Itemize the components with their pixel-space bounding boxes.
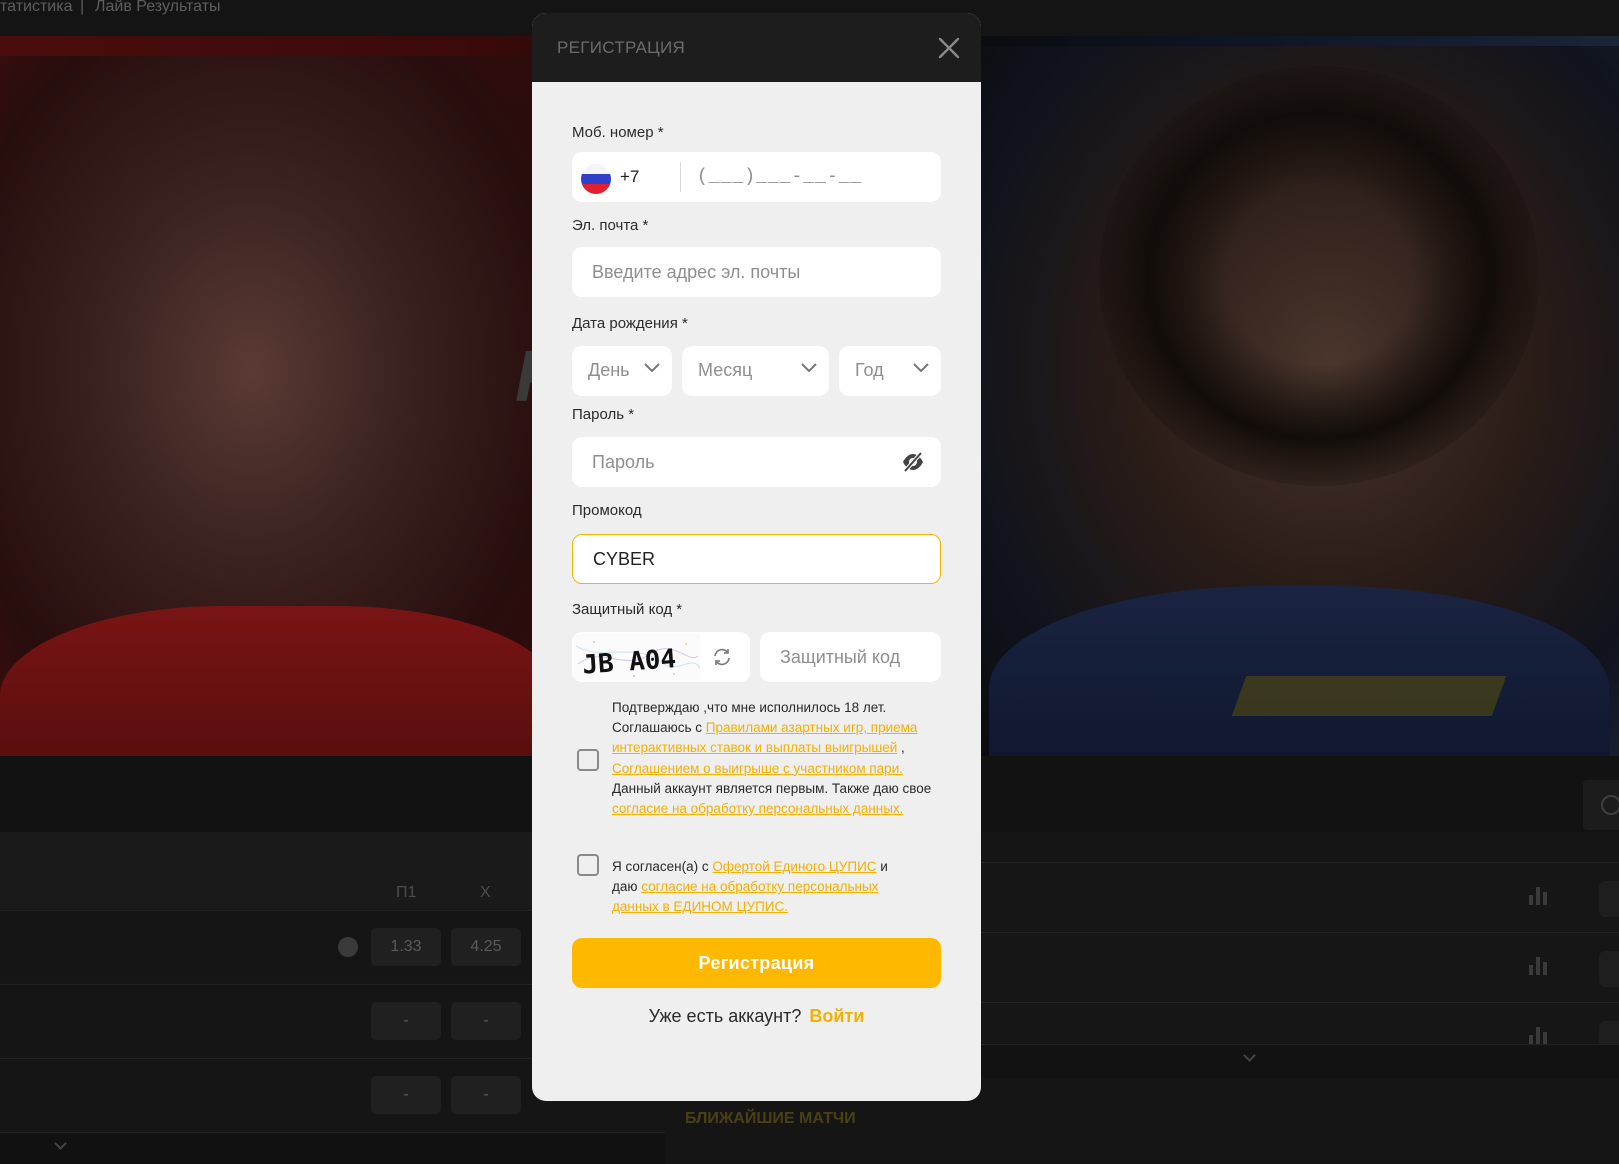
captcha-field[interactable]	[760, 632, 941, 682]
odd-x[interactable]: -	[451, 1002, 521, 1040]
phone-separator	[680, 162, 681, 192]
personal-data-link[interactable]: согласие на обработку персональных данны…	[612, 801, 903, 816]
month-select[interactable]: Месяц	[682, 346, 829, 396]
age-consent-checkbox[interactable]	[577, 749, 599, 771]
day-select[interactable]: День	[572, 346, 672, 396]
nav-divider: |	[80, 0, 85, 15]
captcha-image: JB A04	[574, 634, 700, 680]
password-label: Пароль *	[572, 406, 635, 423]
cupis-consent-text: Я согласен(а) с Офертой Единого ЦУПИС и …	[612, 857, 902, 918]
nearest-matches-heading: БЛИЖАЙШИЕ МАТЧИ	[685, 1110, 856, 1127]
agreement-link[interactable]: Соглашением о выигрыше с участником пари…	[612, 761, 903, 776]
player-photo-right	[979, 46, 1619, 756]
password-field-wrap	[572, 437, 941, 487]
chevron-down-icon	[913, 363, 929, 373]
close-icon[interactable]	[937, 36, 961, 60]
ru-flag-icon[interactable]	[581, 164, 611, 194]
consent-text: Данный аккаунт является первым. Также да…	[612, 780, 932, 796]
register-button[interactable]: Регистрация	[572, 938, 941, 988]
eye-off-icon[interactable]	[901, 451, 925, 473]
phone-input[interactable]: (___)___-__-__	[697, 167, 862, 187]
info-icon[interactable]	[338, 937, 358, 957]
odd-cell-edge[interactable]	[1599, 951, 1619, 987]
odd-cell-edge[interactable]	[1599, 881, 1619, 917]
registration-modal: РЕГИСТРАЦИЯ Моб. номер * +7 (___)___-__-…	[532, 13, 981, 1101]
nav-item-statistics[interactable]: татистика	[0, 0, 72, 15]
modal-title: РЕГИСТРАЦИЯ	[557, 38, 686, 57]
odds-header-x: X	[480, 884, 491, 901]
month-select-value: Месяц	[698, 360, 753, 380]
refresh-icon[interactable]	[712, 647, 732, 667]
side-sport-button[interactable]	[1583, 780, 1619, 830]
captcha-field-wrap	[760, 632, 941, 682]
phone-field[interactable]: +7 (___)___-__-__	[572, 152, 941, 202]
odd-x[interactable]: 4.25	[451, 928, 521, 966]
odd-p1[interactable]: -	[371, 1076, 441, 1114]
cupis-offer-link[interactable]: Офертой Единого ЦУПИС	[712, 859, 876, 874]
stats-icon[interactable]	[1529, 957, 1547, 975]
stats-icon[interactable]	[1529, 1027, 1547, 1045]
email-field-wrap	[572, 247, 941, 297]
captcha-label: Защитный код *	[572, 601, 683, 618]
promo-label: Промокод	[572, 502, 642, 519]
password-field[interactable]	[572, 437, 941, 487]
promo-field[interactable]	[573, 535, 940, 583]
promo-field-wrap	[572, 534, 941, 584]
age-consent-text: Подтверждаю ,что мне исполнилось 18 лет.…	[612, 698, 932, 819]
chevron-down-icon	[801, 363, 817, 373]
chevron-down-icon	[644, 363, 660, 373]
stats-icon[interactable]	[1529, 887, 1547, 905]
captcha-box: JB A04	[572, 632, 750, 682]
player-photo-left	[0, 56, 560, 756]
odd-p1[interactable]: 1.33	[371, 928, 441, 966]
consent-text: Я согласен(а) с	[612, 859, 713, 874]
consent-text: ,	[897, 740, 905, 756]
day-select-value: День	[588, 360, 630, 380]
chevron-down-icon	[1243, 1049, 1256, 1062]
odd-x[interactable]: -	[451, 1076, 521, 1114]
login-link[interactable]: Войти	[809, 1006, 864, 1026]
email-label: Эл. почта *	[572, 217, 649, 234]
captcha-text: JB A04	[581, 644, 677, 680]
login-row: Уже есть аккаунт? Войти	[532, 1006, 981, 1027]
cupis-consent-checkbox[interactable]	[577, 854, 599, 876]
dial-code[interactable]: +7	[620, 167, 639, 187]
cupis-data-link[interactable]: согласие на обработку персональных данны…	[612, 879, 878, 914]
email-field[interactable]	[572, 247, 941, 297]
expand-more-button[interactable]	[0, 1132, 665, 1164]
odds-header-p1: П1	[396, 884, 417, 901]
birthdate-label: Дата рождения *	[572, 315, 688, 332]
nav-item-live-results[interactable]: Лайв Результаты	[95, 0, 221, 15]
phone-label: Моб. номер *	[572, 124, 664, 141]
ball-icon	[1601, 795, 1619, 815]
modal-header: РЕГИСТРАЦИЯ	[532, 13, 981, 82]
year-select[interactable]: Год	[839, 346, 941, 396]
login-prompt: Уже есть аккаунт?	[648, 1006, 802, 1026]
year-select-value: Год	[855, 360, 884, 380]
odd-p1[interactable]: -	[371, 1002, 441, 1040]
chevron-down-icon	[54, 1137, 67, 1150]
